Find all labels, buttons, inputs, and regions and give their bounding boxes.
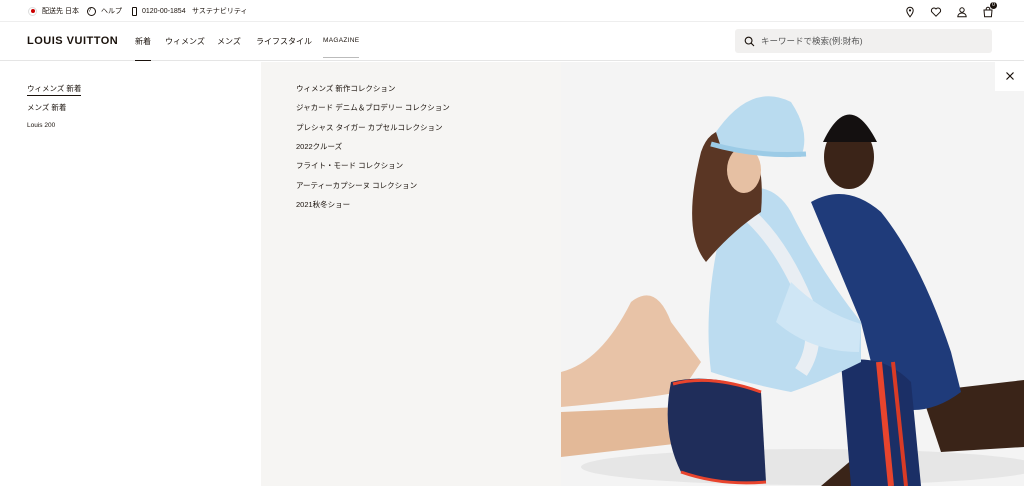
close-icon [1005, 68, 1015, 86]
menu-item-jacquard-denim[interactable]: ジャカード デニム＆ブロデリー コレクション [296, 102, 450, 113]
utility-bar: 配送先 日本 ? ヘルプ 0120-00-1854 サステナビリティ 0 [0, 0, 1024, 22]
nav-item-new[interactable]: 新着 [135, 36, 151, 61]
menu-item-louis-200[interactable]: Louis 200 [27, 122, 55, 129]
help-label: ヘルプ [101, 8, 122, 15]
help-icon: ? [87, 6, 96, 16]
menu-item-fall-winter-2021-show[interactable]: 2021秋冬ショー [296, 199, 350, 210]
nav-item-magazine[interactable]: MAGAZINE [323, 37, 360, 58]
nav-item-lifestyle[interactable]: ライフスタイル [256, 36, 312, 47]
help-link[interactable]: ? ヘルプ [87, 0, 122, 22]
location-pin-icon[interactable] [904, 5, 916, 18]
ship-to-link[interactable]: 配送先 日本 [28, 0, 79, 22]
japan-flag-icon [28, 6, 37, 16]
menu-item-precious-tiger[interactable]: プレシャス タイガー カプセルコレクション [296, 122, 443, 133]
shopping-bag-icon[interactable]: 0 [982, 2, 997, 18]
user-icon[interactable] [956, 5, 968, 18]
close-menu-button[interactable] [995, 62, 1024, 91]
ship-to-label: 配送先 日本 [42, 8, 79, 15]
menu-secondary-column: ウィメンズ 新作コレクション ジャカード デニム＆ブロデリー コレクション プレ… [261, 62, 561, 486]
search-icon [744, 36, 755, 47]
sustainability-label: サステナビリティ [192, 8, 248, 15]
sustainability-link[interactable]: サステナビリティ [192, 0, 247, 22]
search-input[interactable] [761, 36, 981, 46]
menu-item-flight-mode[interactable]: フライト・モード コレクション [296, 160, 403, 171]
phone-icon [132, 6, 137, 16]
phone-number: 0120-00-1854 [142, 7, 186, 15]
menu-item-women-new[interactable]: ウィメンズ 新着 [27, 83, 82, 96]
menu-item-women-new-collection[interactable]: ウィメンズ 新作コレクション [296, 83, 395, 94]
brand-logo[interactable]: LOUIS VUITTON [27, 35, 118, 47]
nav-item-women[interactable]: ウィメンズ [165, 36, 205, 47]
main-navigation: LOUIS VUITTON 新着 ウィメンズ メンズ ライフスタイル MAGAZ… [0, 22, 1024, 61]
menu-item-arty-capucines[interactable]: アーティーカプシーヌ コレクション [296, 180, 417, 191]
search-bar[interactable] [735, 29, 992, 53]
menu-primary-column: ウィメンズ 新着 メンズ 新着 Louis 200 [0, 62, 261, 486]
cart-count-badge: 0 [990, 2, 997, 9]
menu-item-men-new[interactable]: メンズ 新着 [27, 102, 66, 113]
campaign-image[interactable] [561, 62, 1024, 486]
heart-icon[interactable] [930, 5, 942, 17]
menu-item-cruise-2022[interactable]: 2022クルーズ [296, 141, 342, 152]
phone-link[interactable]: 0120-00-1854 [132, 0, 186, 22]
nav-item-men[interactable]: メンズ [217, 36, 241, 47]
